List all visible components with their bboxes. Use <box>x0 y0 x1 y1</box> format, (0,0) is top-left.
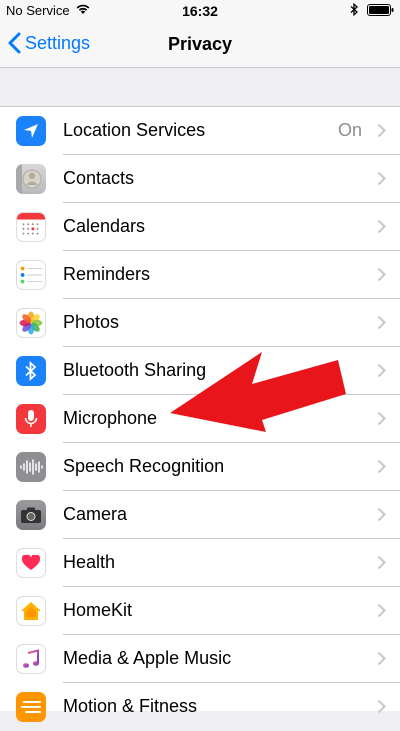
chevron-right-icon <box>377 459 386 479</box>
chevron-right-icon <box>377 123 386 143</box>
row-media-apple-music[interactable]: Media & Apple Music <box>0 635 400 683</box>
chevron-right-icon <box>377 555 386 575</box>
health-heart-icon <box>16 548 46 578</box>
speech-waveform-icon <box>16 452 46 482</box>
chevron-right-icon <box>377 315 386 335</box>
chevron-right-icon <box>377 651 386 671</box>
battery-icon <box>367 3 394 19</box>
row-health[interactable]: Health <box>0 539 400 587</box>
row-label: Microphone <box>63 408 158 428</box>
chevron-right-icon <box>377 219 386 239</box>
row-label: Calendars <box>63 216 146 236</box>
row-calendars[interactable]: Calendars <box>0 203 400 251</box>
camera-icon <box>16 500 46 530</box>
contacts-icon <box>16 164 46 194</box>
row-reminders[interactable]: Reminders <box>0 251 400 299</box>
page-title: Privacy <box>167 34 233 54</box>
motion-fitness-icon <box>16 692 46 722</box>
chevron-right-icon <box>377 267 386 287</box>
row-label: Location Services <box>63 120 206 140</box>
row-label: Camera <box>63 504 128 524</box>
status-right <box>350 2 394 19</box>
chevron-right-icon <box>377 507 386 527</box>
reminders-icon <box>16 260 46 290</box>
chevron-right-icon <box>377 171 386 191</box>
row-homekit[interactable]: HomeKit <box>0 587 400 635</box>
row-bluetooth-sharing[interactable]: Bluetooth Sharing <box>0 347 400 395</box>
calendar-icon <box>16 212 46 242</box>
chevron-right-icon <box>377 699 386 719</box>
bluetooth-status-icon <box>350 2 359 19</box>
homekit-house-icon <box>16 596 46 626</box>
row-label: Bluetooth Sharing <box>63 360 207 380</box>
bluetooth-icon <box>16 356 46 386</box>
row-motion-fitness[interactable]: Motion & Fitness <box>0 683 400 731</box>
row-value: On <box>337 120 362 140</box>
row-label: Reminders <box>63 264 151 284</box>
location-arrow-icon <box>16 116 46 146</box>
row-photos[interactable]: Photos <box>0 299 400 347</box>
status-bar: No Service 16:32 <box>0 0 400 22</box>
microphone-icon <box>16 404 46 434</box>
row-speech-recognition[interactable]: Speech Recognition <box>0 443 400 491</box>
row-label: Health <box>63 552 116 572</box>
row-camera[interactable]: Camera <box>0 491 400 539</box>
row-label: HomeKit <box>63 600 133 620</box>
row-label: Speech Recognition <box>63 456 225 476</box>
row-microphone[interactable]: Microphone <box>0 395 400 443</box>
section-header-gap <box>0 68 400 106</box>
row-location-services[interactable]: Location Services On <box>0 107 400 155</box>
row-contacts[interactable]: Contacts <box>0 155 400 203</box>
row-label: Contacts <box>63 168 135 188</box>
privacy-settings-list: Location Services On Contacts Calendars … <box>0 106 400 722</box>
chevron-right-icon <box>377 411 386 431</box>
music-note-icon <box>16 644 46 674</box>
row-label: Photos <box>63 312 120 332</box>
chevron-right-icon <box>377 363 386 383</box>
photos-icon <box>16 308 46 338</box>
chevron-right-icon <box>377 603 386 623</box>
navigation-bar: Settings Privacy <box>0 22 400 68</box>
row-label: Media & Apple Music <box>63 648 232 668</box>
row-label: Motion & Fitness <box>63 696 198 716</box>
status-time: 16:32 <box>182 3 218 19</box>
